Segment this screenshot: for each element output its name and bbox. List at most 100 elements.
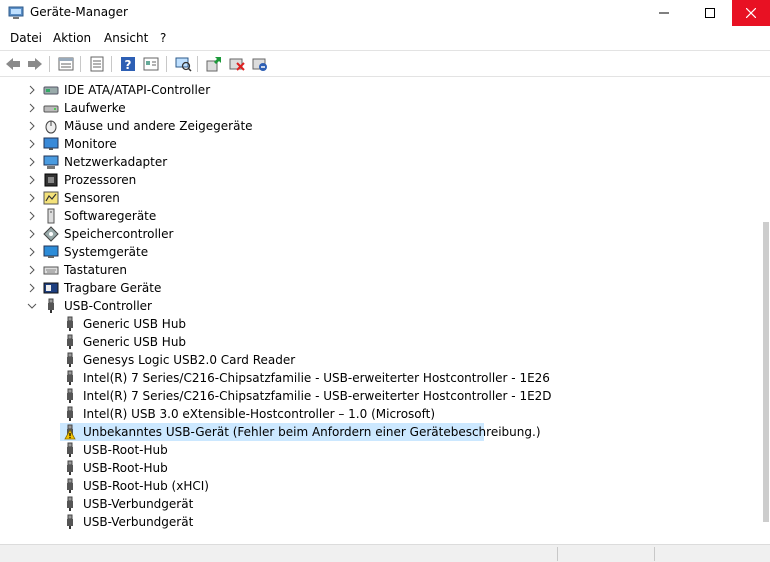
tree-category-label: Netzwerkadapter [64, 155, 168, 169]
scan-hardware-icon[interactable] [174, 55, 192, 73]
usb-plug-icon [67, 370, 73, 385]
status-bar [0, 544, 770, 562]
usb-device-row[interactable]: Intel(R) 7 Series/C216-Chipsatzfamilie -… [0, 387, 762, 405]
tree-category-sensoren[interactable]: Sensoren [0, 189, 762, 207]
forward-arrow-icon[interactable] [26, 55, 44, 73]
vertical-scrollbar[interactable] [762, 80, 770, 544]
usb-device-row[interactable]: Generic USB Hub [0, 333, 762, 351]
usb-device-row[interactable]: USB-Root-Hub (xHCI) [0, 477, 762, 495]
toolbar-separator [197, 56, 198, 72]
tree-category-prozessoren[interactable]: Prozessoren [0, 171, 762, 189]
window-title: Geräte-Manager [30, 5, 128, 19]
usb-plug-icon [67, 478, 73, 493]
network-adapter-icon [43, 155, 59, 169]
tree-category-tragbar[interactable]: Tragbare Geräte [0, 279, 762, 297]
tree-category-netzwerk[interactable]: Netzwerkadapter [0, 153, 762, 171]
usb-device-row[interactable]: Intel(R) 7 Series/C216-Chipsatzfamilie -… [0, 369, 762, 387]
usb-device-label: Generic USB Hub [83, 335, 187, 349]
usb-device-row[interactable]: Genesys Logic USB2.0 Card Reader [0, 351, 762, 369]
usb-plug-icon [67, 460, 73, 475]
close-button[interactable] [732, 0, 770, 26]
chevron-down-icon[interactable] [27, 301, 37, 311]
tree-category-label: IDE ATA/ATAPI-Controller [64, 83, 211, 97]
tree-category-label: Tastaturen [64, 263, 127, 277]
tree-category-software[interactable]: Softwaregeräte [0, 207, 762, 225]
usb-device-label: Generic USB Hub [83, 317, 187, 331]
usb-plug-icon [67, 514, 73, 529]
usb-device-label: USB-Root-Hub (xHCI) [83, 479, 209, 493]
tree-category-label: Speichercontroller [64, 227, 174, 241]
usb-device-label: USB-Root-Hub [83, 461, 168, 475]
usb-device-row[interactable]: USB-Root-Hub [0, 441, 762, 459]
tree-category-speicher[interactable]: Speichercontroller [0, 225, 762, 243]
tree-category-system[interactable]: Systemgeräte [0, 243, 762, 261]
help-icon[interactable]: ? [119, 55, 137, 73]
tree-category-label: Laufwerke [64, 101, 126, 115]
menu-aktion[interactable]: Aktion [53, 31, 91, 45]
menu-ansicht[interactable]: Ansicht [104, 31, 148, 45]
tree-category-monitore[interactable]: Monitore [0, 135, 762, 153]
usb-warning-icon [64, 424, 76, 440]
chevron-right-icon[interactable] [27, 121, 37, 131]
tree-category-label: Monitore [64, 137, 117, 151]
menu-bar: Datei Aktion Ansicht ? [0, 28, 770, 48]
maximize-button[interactable] [687, 0, 732, 26]
usb-device-row[interactable]: Generic USB Hub [0, 315, 762, 333]
tree-category-maeuse[interactable]: Mäuse und andere Zeigegeräte [0, 117, 762, 135]
disk-drive-icon [43, 105, 59, 113]
chevron-right-icon[interactable] [27, 103, 37, 113]
minimize-button[interactable] [641, 0, 686, 26]
usb-device-row[interactable]: USB-Root-Hub [0, 459, 762, 477]
tree-category-laufwerke[interactable]: Laufwerke [0, 99, 762, 117]
usb-plug-icon [67, 334, 73, 349]
uninstall-device-icon[interactable] [228, 55, 246, 73]
status-separator [654, 547, 655, 561]
properties-grid-icon[interactable] [57, 55, 75, 73]
usb-device-row-selected[interactable]: Unbekanntes USB-Gerät (Fehler beim Anfor… [0, 423, 762, 441]
usb-plug-icon [67, 496, 73, 511]
device-tree: IDE ATA/ATAPI-Controller Laufwerke Mäuse… [0, 80, 762, 544]
usb-device-row[interactable]: USB-Verbundgerät [0, 513, 762, 531]
device-properties-icon[interactable] [142, 55, 160, 73]
tree-category-label: Systemgeräte [64, 245, 149, 259]
usb-device-label: Intel(R) USB 3.0 eXtensible-Hostcontroll… [83, 407, 436, 421]
close-icon [746, 8, 756, 18]
tree-category-label: Mäuse und andere Zeigegeräte [64, 119, 253, 133]
usb-device-label: Unbekanntes USB-Gerät (Fehler beim Anfor… [83, 425, 541, 439]
tree-category-ide[interactable]: IDE ATA/ATAPI-Controller [0, 81, 762, 99]
status-separator [557, 547, 558, 561]
chevron-right-icon[interactable] [27, 157, 37, 167]
update-driver-icon[interactable] [205, 55, 223, 73]
usb-plug-icon [67, 316, 73, 331]
menu-help[interactable]: ? [160, 31, 166, 45]
ide-controller-icon [43, 86, 59, 95]
back-arrow-icon[interactable] [4, 55, 22, 73]
sensor-icon [43, 191, 59, 205]
title-bar: Geräte-Manager [0, 0, 770, 26]
chevron-right-icon[interactable] [27, 193, 37, 203]
chevron-right-icon[interactable] [27, 85, 37, 95]
tree-category-label: USB-Controller [64, 299, 152, 313]
chevron-right-icon[interactable] [27, 229, 37, 239]
monitor-icon [43, 137, 59, 150]
chevron-right-icon[interactable] [27, 211, 37, 221]
chevron-right-icon[interactable] [27, 283, 37, 293]
tree-category-tastaturen[interactable]: Tastaturen [0, 261, 762, 279]
maximize-icon [704, 8, 715, 18]
chevron-right-icon[interactable] [27, 265, 37, 275]
usb-device-row[interactable]: USB-Verbundgerät [0, 495, 762, 513]
usb-device-row[interactable]: Intel(R) USB 3.0 eXtensible-Hostcontroll… [0, 405, 762, 423]
menu-datei[interactable]: Datei [10, 31, 42, 45]
chevron-right-icon[interactable] [27, 247, 37, 257]
storage-controller-icon [43, 226, 59, 242]
chevron-right-icon[interactable] [27, 139, 37, 149]
keyboard-icon [43, 266, 59, 275]
disable-device-icon[interactable] [251, 55, 269, 73]
svg-text:?: ? [125, 58, 132, 72]
usb-plug-icon [67, 406, 73, 421]
minimize-icon [658, 12, 669, 14]
scrollbar-thumb[interactable] [763, 222, 769, 522]
list-view-icon[interactable] [88, 55, 106, 73]
chevron-right-icon[interactable] [27, 175, 37, 185]
tree-category-usb[interactable]: USB-Controller [0, 297, 762, 315]
